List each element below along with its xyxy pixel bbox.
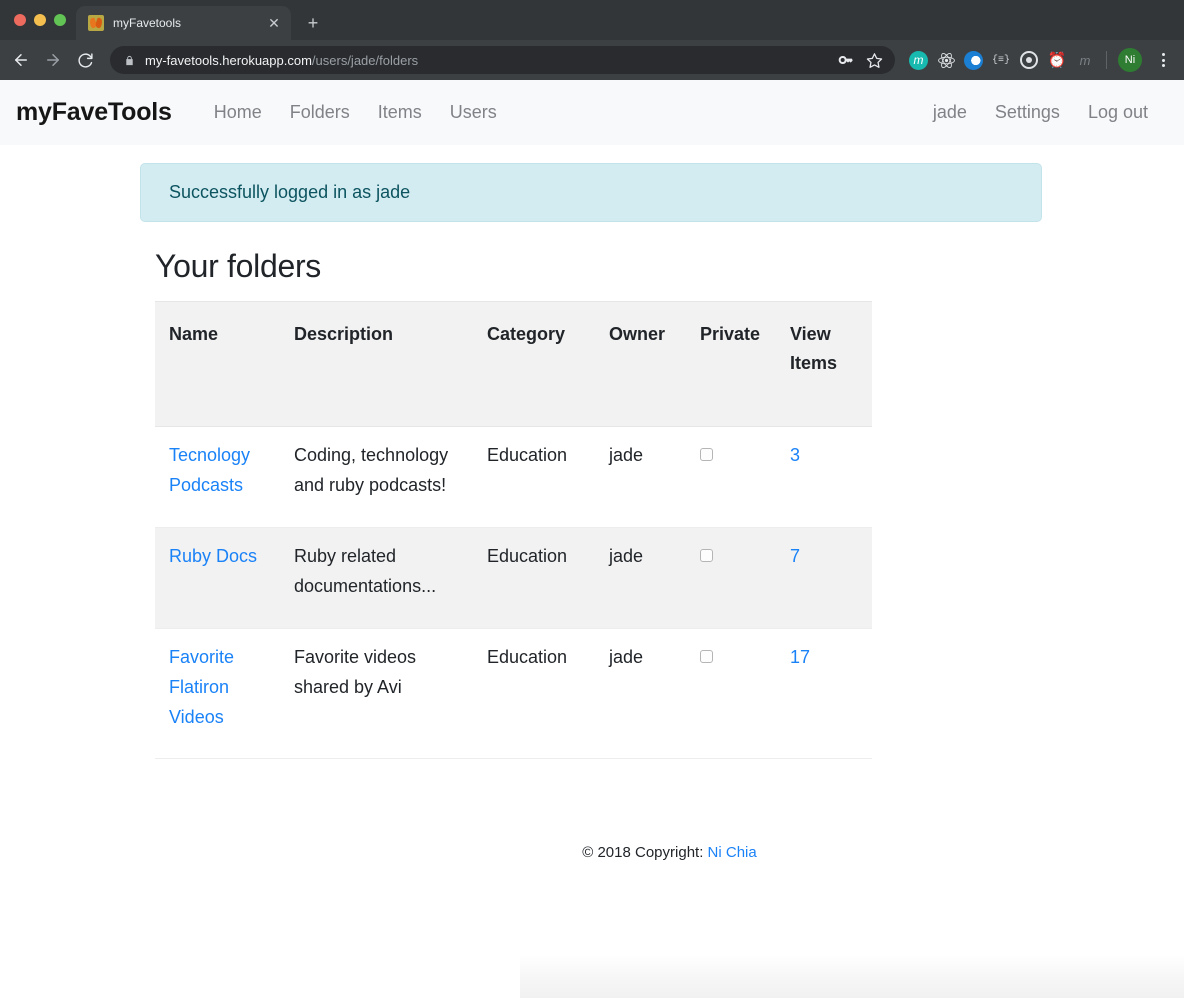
private-checkbox[interactable]: [700, 649, 713, 663]
folders-table: Name Description Category Owner Private …: [155, 300, 872, 760]
password-key-icon[interactable]: [835, 49, 857, 71]
new-tab-button[interactable]: +: [299, 9, 327, 37]
cell-owner: jade: [595, 628, 686, 760]
cell-view-items: 7: [776, 527, 872, 629]
table-body: Tecnology Podcasts Coding, technology an…: [155, 426, 872, 760]
cell-category: Education: [473, 628, 595, 760]
page-footer: © 2018 Copyright: Ni Chia: [155, 844, 1184, 861]
alarm-clock-extension-icon[interactable]: ⏰: [1047, 50, 1067, 70]
cell-folder-name: Favorite Flatiron Videos: [155, 628, 280, 760]
view-items-link[interactable]: 17: [790, 647, 810, 667]
close-icon[interactable]: ✕: [265, 14, 283, 32]
url-text: my-favetools.herokuapp.com/users/jade/fo…: [145, 53, 819, 68]
table-header-row: Name Description Category Owner Private …: [155, 300, 872, 428]
tab-title: myFavetools: [113, 16, 182, 30]
page-content: Successfully logged in as jade Your fold…: [0, 163, 1184, 861]
cell-owner: jade: [595, 527, 686, 629]
cell-private: [686, 628, 776, 760]
site-navbar: myFaveTools Home Folders Items Users jad…: [0, 80, 1184, 145]
private-checkbox[interactable]: [700, 549, 713, 563]
page-title: Your folders: [155, 248, 321, 284]
flash-alert: Successfully logged in as jade: [140, 163, 1042, 222]
maximize-window-button[interactable]: [54, 14, 66, 26]
nav-link-logout[interactable]: Log out: [1074, 102, 1162, 123]
cell-description: Favorite videos shared by Avi: [280, 628, 473, 760]
window-traffic-lights: [8, 0, 76, 40]
bottom-shadow-overlay: [520, 954, 1184, 998]
url-path: /users/jade/folders: [311, 52, 419, 68]
json-formatter-icon[interactable]: {≡}: [991, 50, 1011, 70]
cell-private: [686, 527, 776, 629]
browser-chrome: myFavetools ✕ + my-favetools.herokuapp.c…: [0, 0, 1184, 80]
omnibox-actions: [835, 49, 885, 71]
column-header-description: Description: [280, 300, 473, 428]
cell-private: [686, 426, 776, 529]
browser-toolbar: my-favetools.herokuapp.com/users/jade/fo…: [0, 40, 1184, 80]
column-header-private: Private: [686, 300, 776, 428]
tab-strip: myFavetools ✕ +: [0, 0, 1184, 40]
bookmark-star-icon[interactable]: [863, 49, 885, 71]
table-head: Name Description Category Owner Private …: [155, 300, 872, 428]
column-header-view-items: View Items: [776, 300, 872, 428]
cell-owner: jade: [595, 426, 686, 529]
close-window-button[interactable]: [14, 14, 26, 26]
table-row: Ruby Docs Ruby related documentations...…: [155, 527, 872, 629]
cell-view-items: 17: [776, 628, 872, 760]
profile-avatar[interactable]: Ni: [1118, 48, 1142, 72]
nav-link-items[interactable]: Items: [364, 102, 436, 123]
column-header-category: Category: [473, 300, 595, 428]
target-extension-icon[interactable]: [1019, 50, 1039, 70]
column-header-name: Name: [155, 300, 280, 428]
nav-link-users[interactable]: Users: [436, 102, 511, 123]
nav-link-home[interactable]: Home: [200, 102, 276, 123]
cell-folder-name: Ruby Docs: [155, 527, 280, 629]
omnibox[interactable]: my-favetools.herokuapp.com/users/jade/fo…: [110, 46, 895, 74]
back-button[interactable]: [6, 45, 36, 75]
react-devtools-icon[interactable]: [936, 50, 956, 70]
copyright-text: © 2018 Copyright:: [582, 844, 704, 862]
cell-view-items: 3: [776, 426, 872, 529]
cell-description: Coding, technology and ruby podcasts!: [280, 426, 473, 529]
extension-icons: m {≡} ⏰ m Ni: [903, 48, 1174, 72]
folder-name-link[interactable]: Ruby Docs: [169, 546, 257, 566]
chrome-menu-kebab-icon[interactable]: [1152, 53, 1174, 67]
cell-folder-name: Tecnology Podcasts: [155, 426, 280, 529]
folder-name-link[interactable]: Tecnology Podcasts: [169, 445, 250, 495]
private-checkbox[interactable]: [700, 448, 713, 462]
column-header-owner: Owner: [595, 300, 686, 428]
nav-link-folders[interactable]: Folders: [276, 102, 364, 123]
reload-button[interactable]: [70, 45, 100, 75]
view-items-link[interactable]: 7: [790, 546, 800, 566]
table-row: Tecnology Podcasts Coding, technology an…: [155, 426, 872, 529]
minimize-window-button[interactable]: [34, 14, 46, 26]
view-items-link[interactable]: 3: [790, 445, 800, 465]
browser-tab[interactable]: myFavetools ✕: [76, 6, 291, 40]
table-row: Favorite Flatiron Videos Favorite videos…: [155, 628, 872, 760]
cell-category: Education: [473, 527, 595, 629]
opera-extension-icon[interactable]: [964, 50, 983, 70]
secondary-nav: jade Settings Log out: [919, 102, 1162, 123]
toolbar-divider: [1106, 51, 1107, 69]
forward-button[interactable]: [38, 45, 68, 75]
cell-category: Education: [473, 426, 595, 529]
site-brand[interactable]: myFaveTools: [16, 98, 172, 127]
muted-m-extension-icon[interactable]: m: [1075, 50, 1095, 70]
nav-link-user-jade[interactable]: jade: [919, 102, 981, 123]
folder-name-link[interactable]: Favorite Flatiron Videos: [169, 647, 234, 727]
url-domain: my-favetools.herokuapp.com: [145, 52, 312, 68]
nav-link-settings[interactable]: Settings: [981, 102, 1074, 123]
butterfly-favicon: [88, 15, 104, 31]
primary-nav: Home Folders Items Users: [200, 102, 511, 123]
cell-description: Ruby related documentations...: [280, 527, 473, 629]
momentum-extension-icon[interactable]: m: [909, 50, 928, 70]
main-container: Your folders Name Description Category O…: [0, 248, 1184, 861]
lock-icon: [124, 54, 135, 67]
author-link[interactable]: Ni Chia: [708, 844, 757, 861]
page-viewport: myFaveTools Home Folders Items Users jad…: [0, 80, 1184, 998]
